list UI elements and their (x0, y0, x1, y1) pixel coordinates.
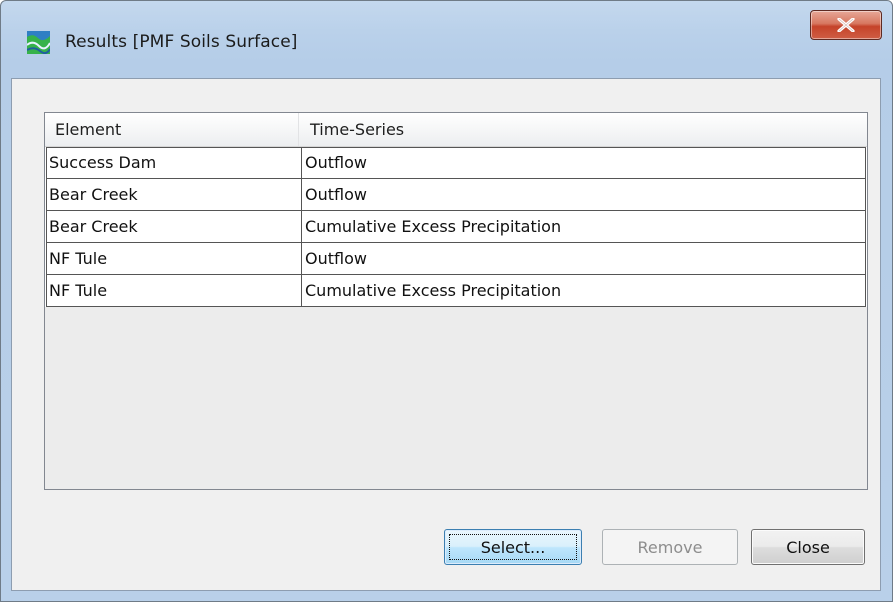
cell-element[interactable]: NF Tule (46, 275, 302, 307)
table-row[interactable]: Bear Creek Outflow (45, 179, 867, 211)
cell-element[interactable]: Bear Creek (46, 179, 302, 211)
results-table[interactable]: Element Time-Series Success Dam Outflow … (44, 112, 868, 490)
close-icon (837, 18, 855, 32)
title-bar[interactable]: Results [PMF Soils Surface] (1, 1, 892, 77)
window-title: Results [PMF Soils Surface] (65, 32, 298, 52)
table-header: Element Time-Series (45, 113, 867, 147)
select-button[interactable]: Select... (444, 529, 582, 565)
window-close-button[interactable] (810, 10, 882, 40)
table-row[interactable]: NF Tule Cumulative Excess Precipitation (45, 275, 867, 307)
cell-element[interactable]: Bear Creek (46, 211, 302, 243)
focus-indicator (449, 534, 577, 560)
cell-time-series[interactable]: Outflow (301, 243, 866, 275)
close-button[interactable]: Close (751, 529, 865, 565)
column-header-element[interactable]: Element (45, 113, 299, 146)
cell-time-series[interactable]: Outflow (301, 179, 866, 211)
cell-time-series[interactable]: Cumulative Excess Precipitation (301, 211, 866, 243)
dialog-body: Element Time-Series Success Dam Outflow … (11, 78, 881, 591)
table-row[interactable]: Bear Creek Cumulative Excess Precipitati… (45, 211, 867, 243)
hms-basin-icon (26, 31, 51, 55)
results-dialog: Results [PMF Soils Surface] Element Time… (0, 0, 893, 602)
cell-time-series[interactable]: Cumulative Excess Precipitation (301, 275, 866, 307)
column-header-time-series[interactable]: Time-Series (299, 113, 867, 146)
cell-element[interactable]: Success Dam (46, 147, 302, 179)
close-button-label: Close (786, 537, 830, 557)
cell-element[interactable]: NF Tule (46, 243, 302, 275)
table-row[interactable]: NF Tule Outflow (45, 243, 867, 275)
remove-button[interactable]: Remove (602, 529, 738, 565)
cell-time-series[interactable]: Outflow (301, 147, 866, 179)
table-body: Success Dam Outflow Bear Creek Outflow B… (45, 147, 867, 307)
remove-button-label: Remove (637, 537, 703, 557)
table-row[interactable]: Success Dam Outflow (45, 147, 867, 179)
